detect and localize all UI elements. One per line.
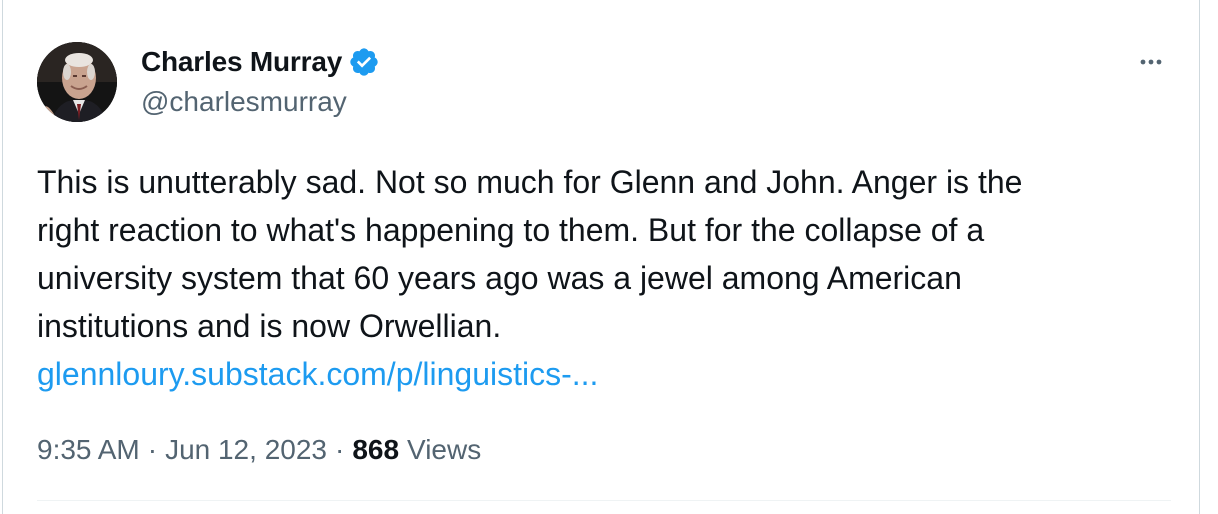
meta-separator: · xyxy=(334,434,345,465)
tweet-time[interactable]: 9:35 AM xyxy=(37,434,140,466)
views-label: Views xyxy=(407,434,482,465)
tweet-text-line: institutions and is now Orwellian. xyxy=(37,308,502,344)
author-name-row: Charles Murray xyxy=(141,44,380,80)
more-options-icon xyxy=(1140,59,1162,65)
views-count: 868 xyxy=(352,434,400,465)
tweet-text-line: right reaction to what's happening to th… xyxy=(37,212,985,248)
tweet-text: This is unutterably sad. Not so much for… xyxy=(37,158,1157,398)
tweet-date[interactable]: Jun 12, 2023 xyxy=(165,434,327,466)
avatar[interactable] xyxy=(37,42,117,122)
tweet-card: Charles Murray @charlesmurray This is un… xyxy=(2,0,1200,514)
author-display-name[interactable]: Charles Murray xyxy=(141,46,342,78)
tweet-meta: 9:35 AM · Jun 12, 2023 · 868 Views xyxy=(37,430,481,470)
profile-photo xyxy=(37,42,117,122)
meta-separator: · xyxy=(147,434,158,465)
divider xyxy=(37,500,1171,501)
more-options-button[interactable] xyxy=(1131,46,1171,78)
verified-badge-icon xyxy=(348,46,380,78)
tweet-text-line: university system that 60 years ago was … xyxy=(37,260,962,296)
tweet-link[interactable]: glennloury.substack.com/p/linguistics-..… xyxy=(37,356,598,392)
tweet-text-line: This is unutterably sad. Not so much for… xyxy=(37,164,1023,200)
author-handle[interactable]: @charlesmurray xyxy=(141,86,347,118)
